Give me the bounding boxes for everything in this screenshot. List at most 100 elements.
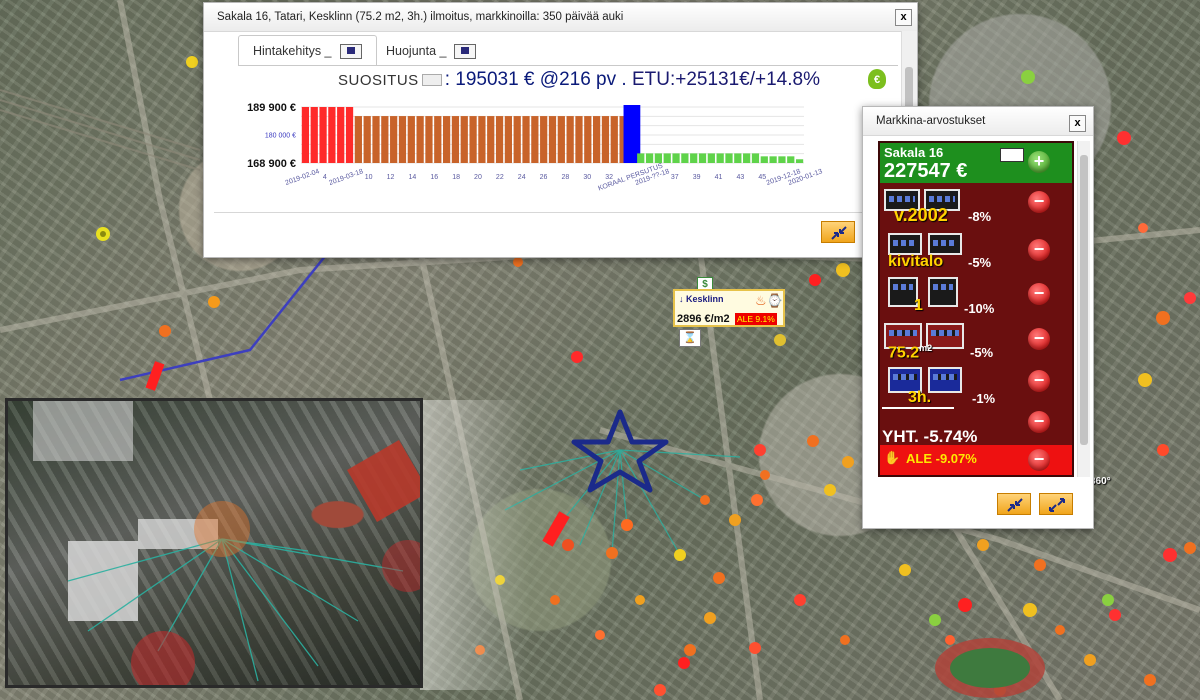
close-button[interactable]: x [895, 9, 912, 26]
shrink-button[interactable] [821, 221, 855, 243]
chart-bar[interactable] [337, 107, 345, 163]
chart-bar[interactable] [540, 116, 548, 163]
x-axis-label: 39 [693, 174, 701, 181]
chart-bar[interactable] [557, 116, 565, 163]
remove-factor-button[interactable]: − [1028, 239, 1050, 261]
chart-bar[interactable] [760, 156, 768, 163]
x-axis-label: 41 [715, 174, 723, 181]
valuation-header: Sakala 16 227547 € + [880, 143, 1072, 183]
chart-bar[interactable] [354, 116, 362, 163]
chart-bar[interactable] [769, 156, 777, 163]
valuation-scrollbar[interactable] [1077, 141, 1090, 477]
chart-bar[interactable] [778, 156, 786, 163]
chart-bar[interactable] [601, 116, 610, 163]
chart-bar[interactable] [716, 153, 724, 163]
chart-bar[interactable] [787, 156, 795, 163]
chart-bar[interactable] [610, 116, 618, 163]
tab-export-icon[interactable] [454, 44, 477, 60]
chart-bar[interactable] [743, 153, 751, 163]
export-icon[interactable] [1000, 148, 1024, 162]
chart-bar[interactable] [487, 116, 495, 163]
chart-bar[interactable] [442, 116, 451, 163]
area-discount-badge: ALE 9.1% [735, 313, 777, 325]
chart-bar[interactable] [663, 153, 671, 163]
expand-button[interactable] [1039, 493, 1073, 515]
chart-bar[interactable] [795, 159, 804, 163]
area-name: ↓ Kesklinn [679, 294, 724, 304]
shrink-button[interactable] [997, 493, 1031, 515]
search-icon[interactable] [421, 73, 442, 86]
chart-bar[interactable] [725, 153, 733, 163]
chart-bar[interactable] [584, 116, 592, 163]
chart-bar[interactable] [328, 107, 336, 163]
chart-bar[interactable] [495, 116, 504, 163]
chart-bar[interactable] [416, 116, 424, 163]
factor-area-unit: m2 [919, 343, 933, 353]
street-view-inset[interactable] [5, 398, 423, 688]
chart-bar[interactable] [319, 107, 327, 163]
chart-bar[interactable] [690, 153, 698, 163]
factor-building-type: kivitalo -5% [880, 231, 1030, 274]
chart-bar[interactable] [672, 153, 680, 163]
chart-bar[interactable] [522, 116, 530, 163]
factor-floor: 1 -10% [880, 275, 1030, 318]
chart-bar[interactable] [698, 153, 707, 163]
chart-bar[interactable] [381, 116, 389, 163]
chart-bar[interactable] [654, 153, 663, 163]
chart-bar[interactable] [425, 116, 433, 163]
chart-bar[interactable] [531, 116, 539, 163]
chart-bar[interactable] [707, 153, 715, 163]
chart-bar[interactable] [593, 116, 601, 163]
recommendation-separator: . [621, 69, 627, 90]
chart-bar[interactable] [513, 116, 521, 163]
chart-bar[interactable] [637, 153, 645, 163]
close-button[interactable]: x [1069, 115, 1086, 132]
listing-window[interactable]: Sakala 16, Tatari, Kesklinn (75.2 m2, 3h… [203, 2, 918, 258]
chart-bar[interactable] [398, 116, 407, 163]
chart-bar[interactable] [504, 116, 512, 163]
chart-bar[interactable] [301, 107, 310, 163]
chart-bar[interactable] [751, 153, 760, 163]
chart-bar[interactable] [460, 116, 468, 163]
tab-price-history[interactable]: Hintakehitys _ [238, 35, 377, 66]
chart-bar[interactable] [478, 116, 486, 163]
valuation-window[interactable]: Markkina-arvostukset x Sakala 16 227547 … [862, 106, 1094, 529]
recommendation-label: SUOSITUS [338, 72, 419, 89]
chart-bar[interactable] [390, 116, 398, 163]
chart-bar[interactable] [566, 116, 574, 163]
chart-bar[interactable] [363, 116, 371, 163]
moneybag-icon[interactable]: € [868, 69, 886, 89]
remove-factor-button[interactable]: − [1028, 328, 1050, 350]
chart-bar[interactable] [681, 153, 689, 163]
price-history-chart[interactable]: 189 900 €180 000 €168 900 €2019-02-04 4 20… [204, 95, 904, 205]
add-factor-button[interactable]: + [1028, 151, 1050, 173]
remove-factor-button[interactable]: − [1028, 283, 1050, 305]
area-price-label[interactable]: ↓ Kesklinn ♨⌚ 2896 €/m2 ALE 9.1% [673, 289, 785, 327]
recommendation-line: SUOSITUS: 195031 € @216 pv . ETU:+25131€… [338, 69, 820, 91]
hot-area-icon: ♨⌚ [755, 293, 783, 308]
remove-factor-button[interactable]: − [1028, 411, 1050, 433]
chart-bar[interactable] [469, 116, 477, 163]
remove-factor-button[interactable]: − [1028, 191, 1050, 213]
remove-discount-button[interactable]: − [1028, 449, 1050, 471]
x-axis-label: 37 [671, 174, 679, 181]
tab-volatility[interactable]: Huojunta _ [371, 35, 491, 66]
tab-export-icon[interactable] [339, 44, 362, 60]
x-axis-label: 2019-03-18 [328, 168, 364, 187]
chart-bar[interactable] [734, 153, 742, 163]
chart-bar[interactable] [575, 116, 583, 163]
chart-bar[interactable] [372, 116, 380, 163]
remove-factor-button[interactable]: − [1028, 370, 1050, 392]
chart-bar[interactable] [407, 116, 415, 163]
chart-bar[interactable] [310, 107, 318, 163]
chart-bar[interactable] [548, 116, 557, 163]
factor-rooms-label: 3h. [908, 389, 932, 406]
chart-bar[interactable] [645, 153, 654, 163]
scrollbar-thumb[interactable] [1080, 155, 1088, 445]
chart-bar[interactable] [451, 116, 460, 163]
factor-rooms-pct: -1% [972, 391, 996, 406]
hourglass-icon[interactable]: ⌛ [679, 329, 701, 347]
chart-bar[interactable] [434, 116, 442, 163]
factor-building-type-pct: -5% [968, 255, 992, 270]
chart-bar[interactable] [345, 107, 354, 163]
